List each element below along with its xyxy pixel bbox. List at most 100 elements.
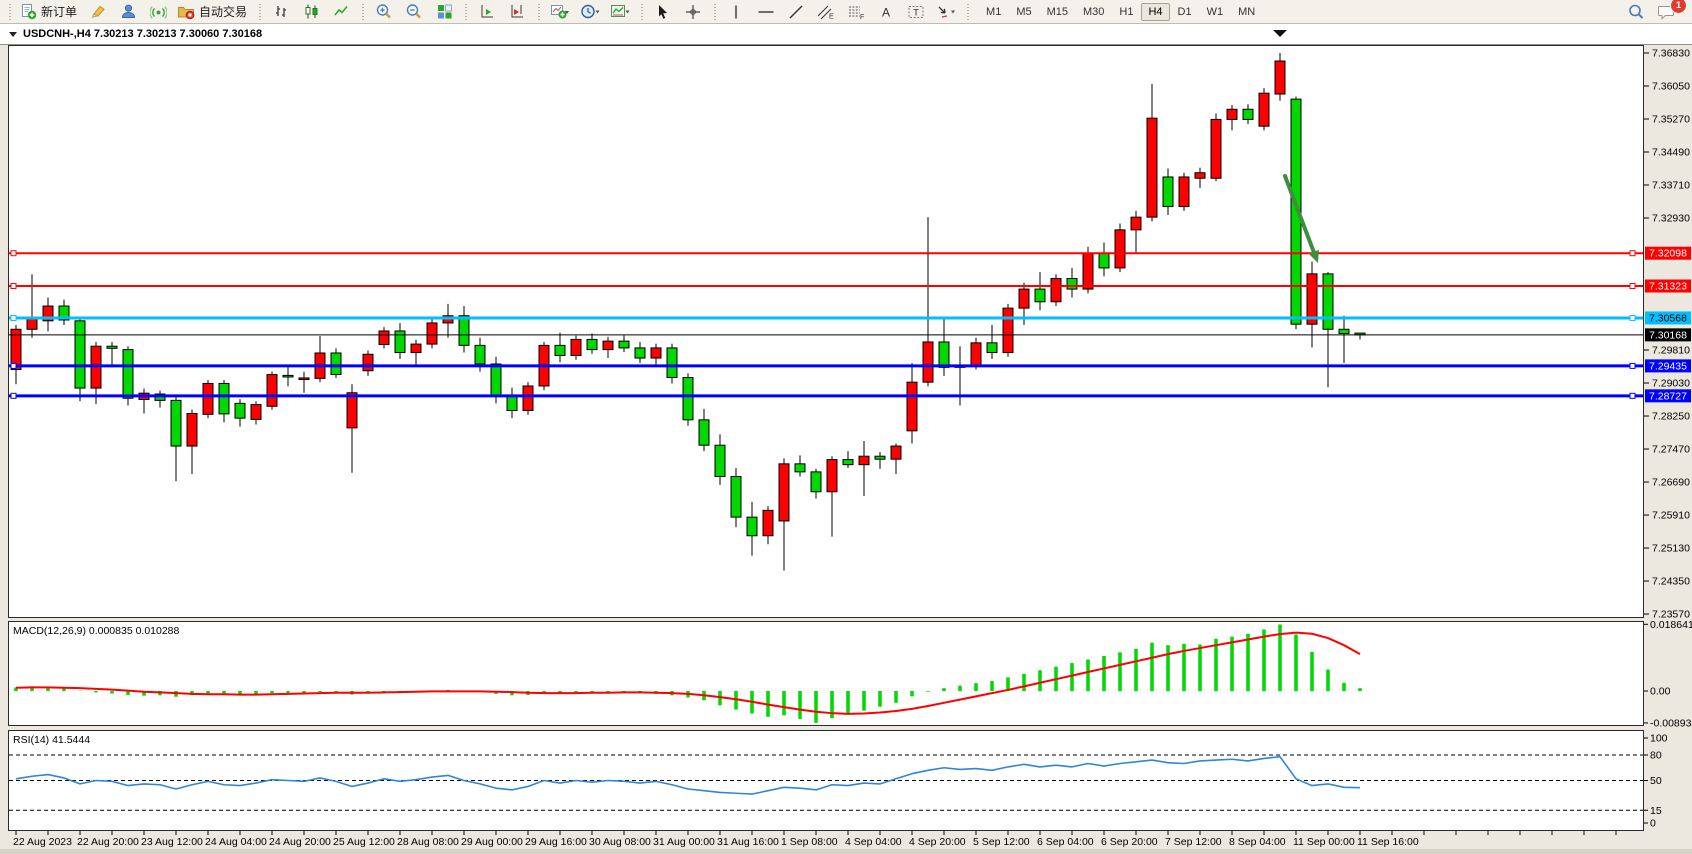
price-tick-label: 7.35270 bbox=[1652, 114, 1690, 126]
price-label-text: 7.28727 bbox=[1649, 390, 1687, 402]
search-button[interactable] bbox=[1622, 1, 1650, 23]
candle-body bbox=[1211, 119, 1221, 178]
candle-body bbox=[747, 517, 757, 536]
fibonacci-tool-button[interactable]: F bbox=[842, 1, 870, 23]
crosshair-tool-button[interactable] bbox=[679, 1, 707, 23]
rsi-axis-label: 50 bbox=[1650, 775, 1662, 787]
toolbar-grip[interactable] bbox=[257, 4, 262, 20]
timeframe-M30[interactable]: M30 bbox=[1076, 3, 1111, 21]
zoom-out-button[interactable] bbox=[400, 1, 428, 23]
toolbar-grip[interactable] bbox=[360, 4, 365, 20]
time-label: 5 Sep 12:00 bbox=[973, 836, 1030, 848]
candle-body bbox=[1035, 289, 1045, 302]
price-tick-label: 7.29810 bbox=[1652, 345, 1690, 357]
price-tick-label: 7.27470 bbox=[1652, 444, 1690, 456]
label-tool-icon: T bbox=[907, 4, 925, 20]
horizontal-line-tool-button[interactable] bbox=[752, 1, 780, 23]
chart-title: USDCNH-,H4 7.30213 7.30213 7.30060 7.301… bbox=[23, 28, 262, 40]
time-label: 22 Aug 2023 bbox=[13, 836, 72, 848]
candle-body bbox=[667, 348, 677, 378]
channel-tool-button[interactable]: E bbox=[812, 1, 840, 23]
cursor-tool-button[interactable] bbox=[649, 1, 677, 23]
candle-body bbox=[331, 353, 341, 375]
highlighter-button[interactable] bbox=[84, 1, 112, 23]
label-tool-button[interactable]: T bbox=[902, 1, 930, 23]
highlighter-icon bbox=[90, 3, 107, 20]
timeframe-M5[interactable]: M5 bbox=[1009, 3, 1038, 21]
time-label: 11 Sep 00:00 bbox=[1293, 836, 1355, 848]
candle-body bbox=[379, 331, 389, 345]
time-label: 28 Aug 08:00 bbox=[397, 836, 459, 848]
timeframe-MN[interactable]: MN bbox=[1231, 3, 1262, 21]
candle-body bbox=[939, 342, 949, 367]
line-chart-mode-button[interactable] bbox=[327, 1, 355, 23]
timeframe-M15[interactable]: M15 bbox=[1040, 3, 1075, 21]
profile-button[interactable] bbox=[114, 1, 142, 23]
toolbar-grip[interactable] bbox=[965, 4, 970, 20]
candle-body bbox=[811, 472, 821, 492]
time-label: 11 Sep 16:00 bbox=[1357, 836, 1419, 848]
level-handle bbox=[11, 363, 16, 368]
candlestick-mode-button[interactable] bbox=[297, 1, 325, 23]
clock-icon bbox=[580, 3, 600, 20]
candle-body bbox=[1147, 118, 1157, 217]
timeframe-H1[interactable]: H1 bbox=[1112, 3, 1140, 21]
chart-canvas[interactable]: 7.368307.360507.352707.344907.337107.329… bbox=[0, 45, 1692, 854]
candle-body bbox=[891, 446, 901, 459]
rsi-label: RSI(14) 41.5444 bbox=[13, 734, 90, 746]
time-label: 4 Sep 04:00 bbox=[845, 836, 902, 848]
chart-window-header[interactable]: USDCNH-,H4 7.30213 7.30213 7.30060 7.301… bbox=[0, 24, 1692, 45]
trendline-icon bbox=[788, 4, 804, 20]
candle-body bbox=[555, 345, 565, 355]
bar-chart-mode-button[interactable] bbox=[267, 1, 295, 23]
arrows-tool-button[interactable] bbox=[932, 1, 960, 23]
rsi-axis-label: 100 bbox=[1650, 733, 1668, 745]
candle-body bbox=[907, 382, 917, 431]
autotrading-button[interactable]: 自动交易 bbox=[174, 1, 252, 23]
new-order-button[interactable]: 新订单 bbox=[17, 1, 82, 23]
toolbar-grip[interactable] bbox=[639, 4, 644, 20]
chart-shift-button[interactable] bbox=[503, 1, 531, 23]
candle-body bbox=[491, 364, 501, 396]
main-pane bbox=[9, 46, 1644, 618]
notifications-button[interactable]: 1 bbox=[1652, 1, 1680, 23]
auto-scroll-button[interactable] bbox=[473, 1, 501, 23]
timeframe-D1[interactable]: D1 bbox=[1171, 3, 1199, 21]
candle-body bbox=[283, 375, 293, 377]
signal-button[interactable] bbox=[144, 1, 172, 23]
time-label: 6 Sep 20:00 bbox=[1101, 836, 1158, 848]
candle-body bbox=[699, 420, 709, 445]
candle-body bbox=[107, 346, 117, 348]
trendline-tool-button[interactable] bbox=[782, 1, 810, 23]
candle-body bbox=[411, 344, 421, 352]
toolbar-grip[interactable] bbox=[7, 4, 12, 20]
templates-button[interactable] bbox=[606, 1, 634, 23]
new-chart-button[interactable] bbox=[546, 1, 574, 23]
timeframe-W1[interactable]: W1 bbox=[1200, 3, 1231, 21]
arrows-tool-icon bbox=[935, 4, 957, 20]
candle-body bbox=[299, 378, 309, 380]
toolbar-grip[interactable] bbox=[536, 4, 541, 20]
collapse-caret-icon[interactable] bbox=[9, 32, 17, 37]
tile-windows-button[interactable] bbox=[430, 1, 458, 23]
chart-shift-marker-icon[interactable] bbox=[1273, 30, 1287, 37]
periods-button[interactable] bbox=[576, 1, 604, 23]
price-tick-label: 7.36830 bbox=[1652, 48, 1690, 60]
candle-body bbox=[987, 343, 997, 353]
candle-body bbox=[715, 445, 725, 476]
time-label: 24 Aug 04:00 bbox=[205, 836, 267, 848]
toolbar-grip[interactable] bbox=[712, 4, 717, 20]
timeframe-M1[interactable]: M1 bbox=[979, 3, 1008, 21]
price-tick-label: 7.32930 bbox=[1652, 213, 1690, 225]
price-tick-label: 7.34490 bbox=[1652, 147, 1690, 159]
candle-body bbox=[523, 386, 533, 411]
candle-body bbox=[459, 316, 469, 346]
zoom-in-button[interactable] bbox=[370, 1, 398, 23]
candle-body bbox=[587, 339, 597, 349]
level-handle bbox=[1630, 363, 1635, 368]
toolbar-grip[interactable] bbox=[463, 4, 468, 20]
candle-body bbox=[1275, 61, 1285, 94]
timeframe-H4[interactable]: H4 bbox=[1141, 3, 1169, 21]
text-tool-button[interactable]: A bbox=[872, 1, 900, 23]
vertical-line-tool-button[interactable] bbox=[722, 1, 750, 23]
